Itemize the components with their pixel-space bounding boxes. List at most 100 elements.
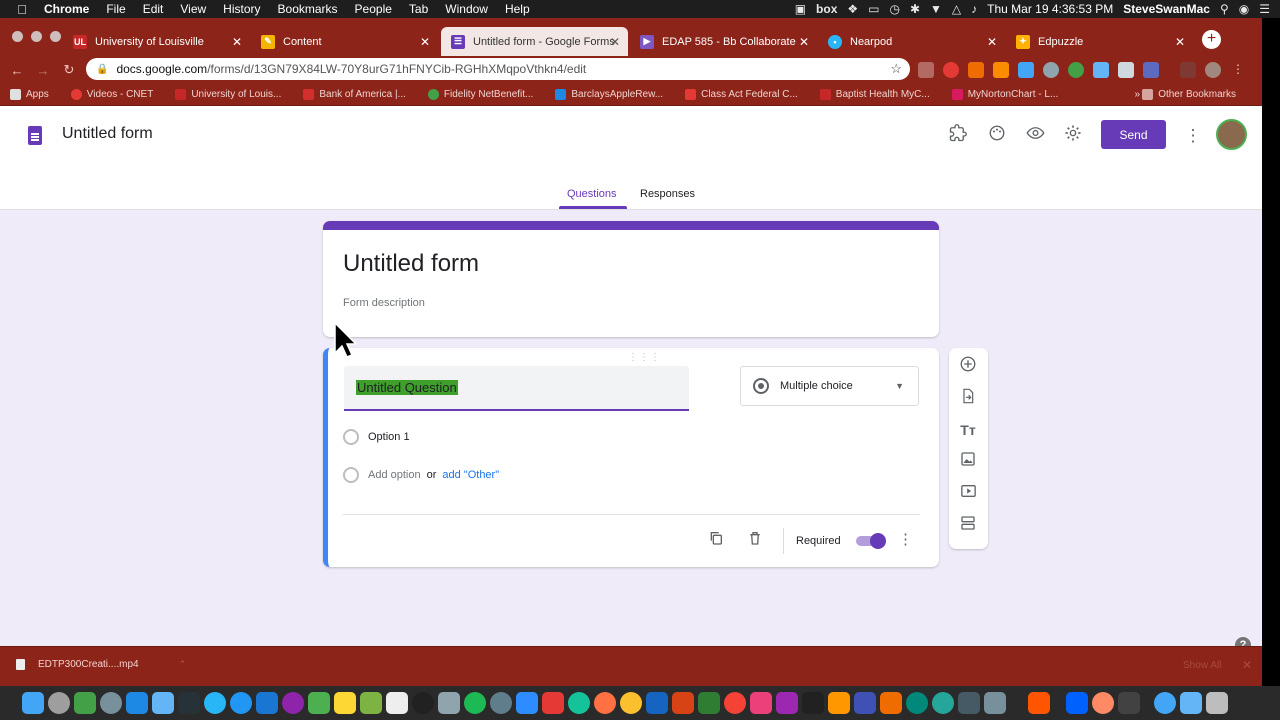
volume-icon[interactable]: ♪ bbox=[971, 2, 977, 16]
reload-icon[interactable]: ↻ bbox=[56, 62, 82, 78]
extension-icon[interactable] bbox=[918, 62, 934, 78]
apple-icon[interactable]:  bbox=[0, 2, 44, 17]
duplicate-icon[interactable] bbox=[706, 530, 726, 550]
dashboard-icon[interactable] bbox=[932, 692, 954, 714]
display-icon[interactable]: ▭ bbox=[868, 2, 879, 16]
firefox-icon[interactable] bbox=[594, 692, 616, 714]
more-options-icon[interactable]: ⋮ bbox=[1181, 124, 1205, 148]
tab-responses[interactable]: Responses bbox=[640, 188, 695, 200]
bookmark-class-act[interactable]: Class Act Federal C... bbox=[685, 89, 798, 100]
screen-record-icon[interactable]: ▣ bbox=[795, 2, 806, 16]
bookmark-barclays[interactable]: BarclaysAppleRew... bbox=[555, 89, 663, 100]
pages-icon[interactable] bbox=[828, 692, 850, 714]
close-tab-icon[interactable]: ✕ bbox=[799, 35, 809, 49]
extension-icon[interactable] bbox=[1180, 62, 1196, 78]
acrobat-icon[interactable] bbox=[542, 692, 564, 714]
other-bookmarks-folder[interactable]: Other Bookmarks bbox=[1142, 89, 1236, 100]
close-tab-icon[interactable]: ✕ bbox=[987, 35, 997, 49]
spotify-icon[interactable] bbox=[464, 692, 486, 714]
tab-google-forms[interactable]: ☰ Untitled form - Google Forms ✕ bbox=[441, 27, 628, 56]
show-all-button[interactable]: Show All bbox=[1183, 660, 1221, 671]
menu-help[interactable]: Help bbox=[505, 2, 530, 16]
apple-tv-icon[interactable] bbox=[802, 692, 824, 714]
preview-icon[interactable] bbox=[152, 692, 174, 714]
avatar[interactable] bbox=[1216, 119, 1247, 150]
airplay-icon[interactable]: △ bbox=[952, 2, 961, 16]
skype-icon[interactable] bbox=[204, 692, 226, 714]
zoom-window-button[interactable] bbox=[50, 31, 61, 42]
add-question-icon[interactable] bbox=[957, 355, 979, 377]
grammarly-app-icon[interactable] bbox=[568, 692, 590, 714]
close-downloads-icon[interactable]: ✕ bbox=[1242, 658, 1252, 672]
close-tab-icon[interactable]: ✕ bbox=[232, 35, 242, 49]
palette-icon[interactable] bbox=[985, 124, 1009, 148]
time-machine-icon[interactable]: ◷ bbox=[889, 2, 899, 16]
trash-icon[interactable] bbox=[1206, 692, 1228, 714]
menu-people[interactable]: People bbox=[355, 2, 392, 16]
bookmark-apps[interactable]: Apps bbox=[10, 89, 49, 100]
question-type-dropdown[interactable]: Multiple choice ▼ bbox=[740, 366, 919, 406]
messages-icon[interactable] bbox=[308, 692, 330, 714]
excel-icon[interactable] bbox=[698, 692, 720, 714]
bookmark-university-of-louisville[interactable]: University of Louis... bbox=[175, 89, 281, 100]
add-section-icon[interactable] bbox=[957, 515, 979, 537]
menu-bookmarks[interactable]: Bookmarks bbox=[278, 2, 338, 16]
menu-app-name[interactable]: Chrome bbox=[44, 2, 89, 16]
bluetooth-icon[interactable]: ✱ bbox=[910, 2, 920, 16]
extension-icon[interactable] bbox=[1043, 62, 1059, 78]
box-label[interactable]: box bbox=[816, 2, 837, 16]
books-icon[interactable] bbox=[880, 692, 902, 714]
forms-doc-icon[interactable] bbox=[28, 126, 42, 145]
add-image-icon[interactable] bbox=[957, 451, 979, 473]
menubar-clock[interactable]: Thu Mar 19 4:36:53 PM bbox=[987, 2, 1113, 16]
keynote-icon[interactable] bbox=[854, 692, 876, 714]
photos-icon[interactable] bbox=[282, 692, 304, 714]
rss-icon[interactable] bbox=[993, 62, 1009, 78]
quicktime-icon[interactable] bbox=[490, 692, 512, 714]
tab-bb-collaborate[interactable]: ▶ EDAP 585 - Bb Collaborate ✕ bbox=[630, 27, 817, 56]
forward-arrow-icon[interactable]: → bbox=[30, 63, 56, 78]
chrome-icon[interactable] bbox=[620, 692, 642, 714]
calendar-icon[interactable] bbox=[386, 692, 408, 714]
extension-icon[interactable] bbox=[1018, 62, 1034, 78]
add-video-icon[interactable] bbox=[957, 483, 979, 505]
lock-icon[interactable]: 🔒 bbox=[96, 64, 108, 75]
add-title-text-icon[interactable]: Tᴛ bbox=[957, 419, 979, 441]
menu-file[interactable]: File bbox=[106, 2, 125, 16]
image-capture-icon[interactable] bbox=[984, 692, 1006, 714]
news-icon[interactable] bbox=[724, 692, 746, 714]
menu-window[interactable]: Window bbox=[445, 2, 488, 16]
safari-icon[interactable] bbox=[230, 692, 252, 714]
app-store-icon[interactable] bbox=[126, 692, 148, 714]
tab-nearpod[interactable]: • Nearpod ✕ bbox=[818, 27, 1005, 56]
question-card[interactable]: ⋮⋮⋮ Untitled Question Multiple choice ▼ … bbox=[323, 348, 939, 567]
system-preferences-icon[interactable] bbox=[100, 692, 122, 714]
chevron-up-icon[interactable]: ⌃ bbox=[179, 659, 187, 670]
menu-edit[interactable]: Edit bbox=[143, 2, 164, 16]
menu-tab[interactable]: Tab bbox=[409, 2, 428, 16]
bookmark-fidelity[interactable]: Fidelity NetBenefit... bbox=[427, 89, 533, 100]
close-tab-icon[interactable]: ✕ bbox=[1175, 35, 1185, 49]
extension-icon[interactable] bbox=[1118, 62, 1134, 78]
bookmark-baptist-health[interactable]: Baptist Health MyC... bbox=[819, 89, 930, 100]
address-bar[interactable]: 🔒 docs.google.com /forms/d/13GN79X84LW-7… bbox=[86, 58, 910, 80]
minimize-window-button[interactable] bbox=[31, 31, 42, 42]
close-tab-icon[interactable]: ✕ bbox=[420, 35, 430, 49]
drag-handle-icon[interactable]: ⋮⋮⋮ bbox=[628, 352, 661, 363]
soundcloud-icon[interactable] bbox=[1028, 692, 1050, 714]
terminal-icon[interactable] bbox=[178, 692, 200, 714]
addon-puzzle-icon[interactable] bbox=[946, 124, 970, 148]
bookmark-cnet[interactable]: Videos - CNET bbox=[70, 89, 153, 100]
pinterest-icon[interactable] bbox=[943, 62, 959, 78]
tab-content[interactable]: ✎ Content ✕ bbox=[251, 27, 438, 56]
new-tab-button[interactable]: + bbox=[1202, 30, 1221, 49]
notes-icon[interactable] bbox=[334, 692, 356, 714]
import-questions-icon[interactable] bbox=[957, 387, 979, 409]
keyboard-icon[interactable] bbox=[438, 692, 460, 714]
location-icon[interactable] bbox=[1093, 62, 1109, 78]
close-tab-icon[interactable]: ✕ bbox=[610, 35, 620, 49]
download-item[interactable]: EDTP300Creati....mp4 ⌃ bbox=[16, 659, 186, 670]
extension-icon[interactable] bbox=[1143, 62, 1159, 78]
profile-icon[interactable] bbox=[1205, 62, 1221, 78]
add-option-button[interactable]: Add option bbox=[368, 469, 421, 481]
